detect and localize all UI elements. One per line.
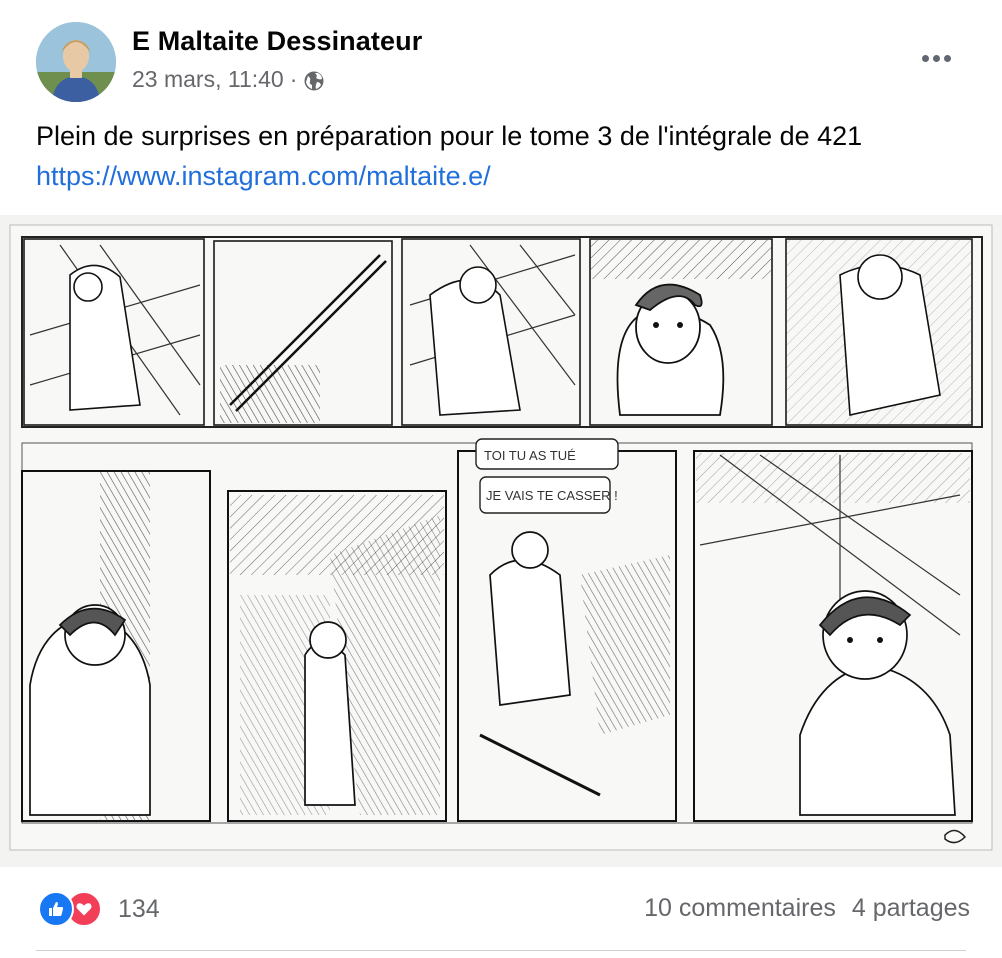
reaction-count: 134: [118, 894, 160, 923]
post-meta: 23 mars, 11:40 ·: [132, 66, 325, 93]
comments-count[interactable]: 10 commentaires: [644, 894, 836, 923]
speech-bubble-2: JE VAIS TE CASSER !: [486, 488, 618, 503]
reactions-summary[interactable]: 134: [38, 891, 160, 927]
post-header: E Maltaite Dessinateur 23 mars, 11:40 ·: [0, 0, 1002, 110]
post-image[interactable]: TOI TU AS TUÉ JE VAIS TE CASSER !: [0, 215, 1002, 867]
like-icon: [38, 891, 74, 927]
comic-sketch: TOI TU AS TUÉ JE VAIS TE CASSER !: [0, 215, 1002, 867]
avatar-image: [36, 22, 116, 102]
shares-count[interactable]: 4 partages: [852, 894, 970, 923]
instagram-link[interactable]: https://www.instagram.com/maltaite.e/: [36, 161, 491, 191]
post-footer: 134 10 commentaires 4 partages: [0, 868, 1002, 958]
post-timestamp[interactable]: 23 mars, 11:40: [132, 66, 284, 93]
author-avatar[interactable]: [36, 22, 116, 102]
speech-bubble-1: TOI TU AS TUÉ: [484, 448, 576, 463]
engagement-counts: 10 commentaires 4 partages: [644, 894, 970, 923]
globe-icon[interactable]: [303, 70, 325, 92]
footer-divider: [36, 950, 966, 951]
post-text: Plein de surprises en préparation pour l…: [36, 116, 956, 196]
facebook-post: E Maltaite Dessinateur 23 mars, 11:40 · …: [0, 0, 1002, 958]
author-name[interactable]: E Maltaite Dessinateur: [132, 26, 422, 57]
post-body: Plein de surprises en préparation pour l…: [36, 121, 863, 151]
more-options-icon[interactable]: [916, 44, 956, 72]
meta-separator: ·: [289, 66, 298, 92]
